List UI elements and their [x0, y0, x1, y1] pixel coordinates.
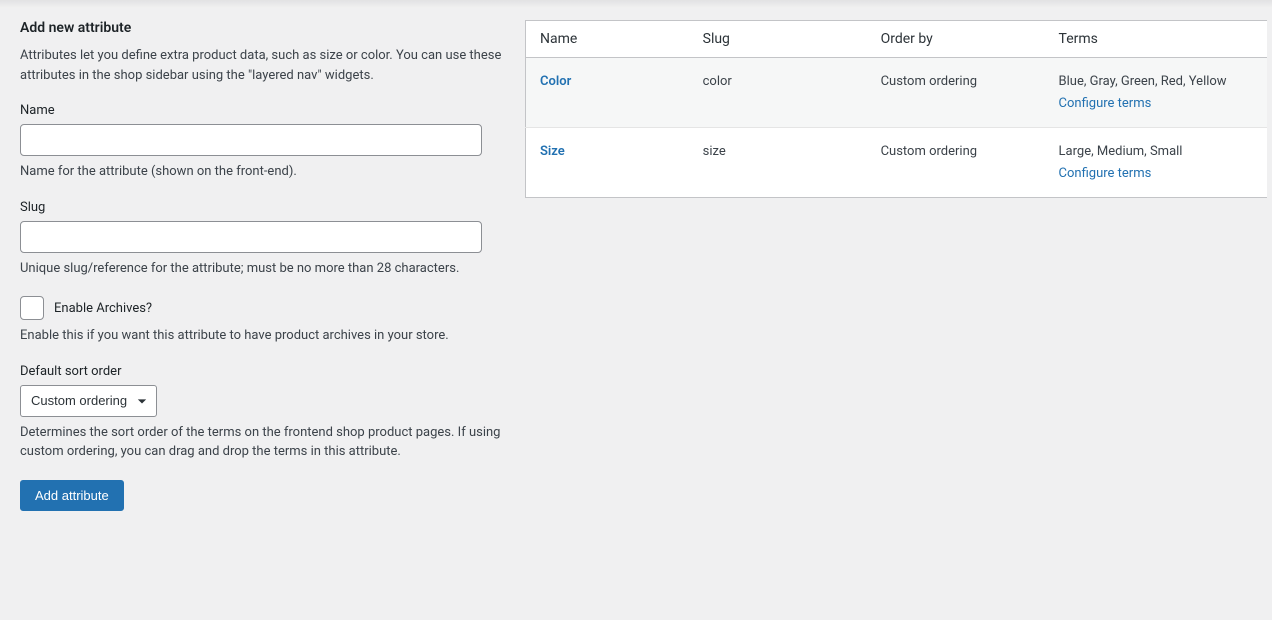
- th-terms: Terms: [1045, 21, 1267, 58]
- slug-description: Unique slug/reference for the attribute;…: [20, 259, 505, 279]
- attribute-orderby: Custom ordering: [867, 58, 1045, 128]
- th-slug: Slug: [689, 21, 867, 58]
- enable-archives-label: Enable Archives?: [54, 301, 152, 316]
- th-orderby: Order by: [867, 21, 1045, 58]
- configure-terms-link[interactable]: Configure terms: [1059, 166, 1152, 181]
- add-attribute-button[interactable]: Add attribute: [20, 480, 124, 511]
- table-row: Size size Custom ordering Large, Medium,…: [526, 128, 1268, 198]
- slug-input[interactable]: [20, 221, 482, 253]
- attribute-slug: color: [689, 58, 867, 128]
- sort-order-description: Determines the sort order of the terms o…: [20, 423, 505, 462]
- sort-order-select[interactable]: Custom ordering: [20, 385, 157, 417]
- name-description: Name for the attribute (shown on the fro…: [20, 162, 505, 182]
- slug-label: Slug: [20, 200, 505, 215]
- attribute-terms: Blue, Gray, Green, Red, Yellow: [1059, 72, 1253, 92]
- enable-archives-description: Enable this if you want this attribute t…: [20, 326, 505, 346]
- form-heading: Add new attribute: [20, 20, 505, 36]
- name-label: Name: [20, 103, 505, 118]
- attributes-table: Name Slug Order by Terms Color color Cus…: [525, 20, 1267, 198]
- th-name: Name: [526, 21, 689, 58]
- form-intro: Attributes let you define extra product …: [20, 46, 505, 85]
- attribute-orderby: Custom ordering: [867, 128, 1045, 198]
- attribute-name-link[interactable]: Color: [540, 74, 571, 89]
- enable-archives-checkbox[interactable]: [20, 296, 44, 320]
- sort-order-label: Default sort order: [20, 364, 505, 379]
- attribute-name-link[interactable]: Size: [540, 144, 565, 159]
- configure-terms-link[interactable]: Configure terms: [1059, 96, 1152, 111]
- name-input[interactable]: [20, 124, 482, 156]
- table-row: Color color Custom ordering Blue, Gray, …: [526, 58, 1268, 128]
- attribute-terms: Large, Medium, Small: [1059, 142, 1253, 162]
- attribute-slug: size: [689, 128, 867, 198]
